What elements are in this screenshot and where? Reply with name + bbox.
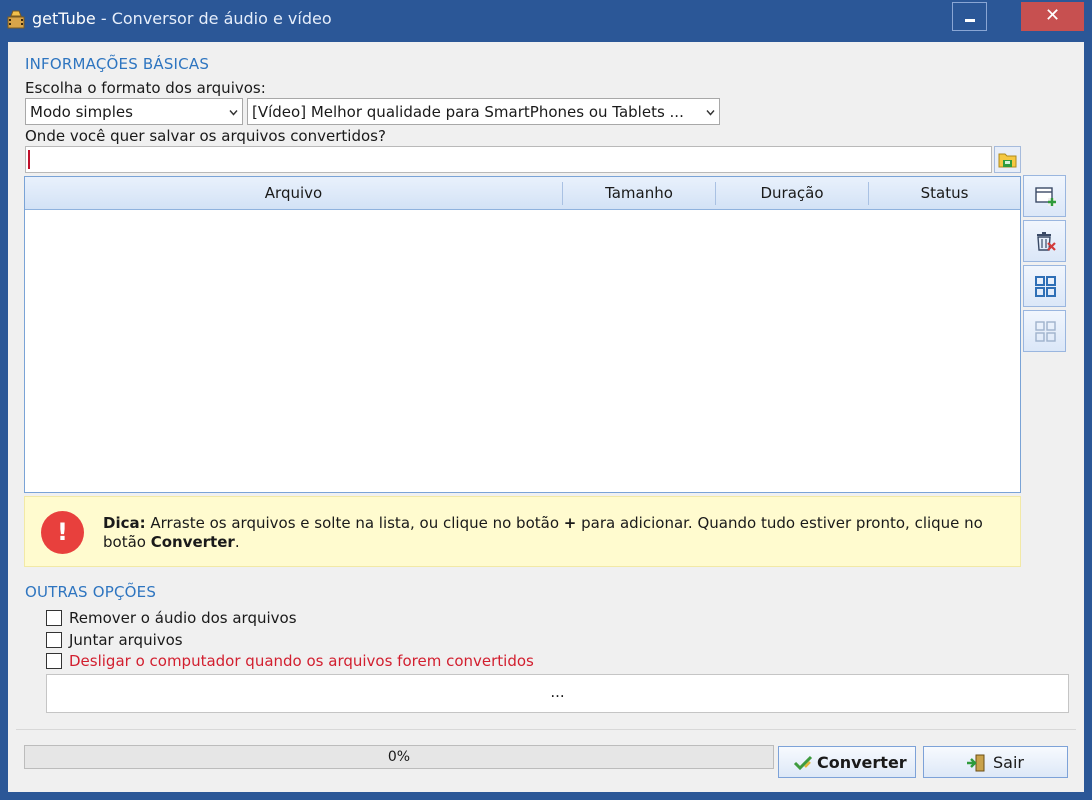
tip-plus: +: [563, 514, 577, 532]
column-header-file[interactable]: Arquivo: [25, 184, 562, 202]
format-select-value: [Vídeo] Melhor qualidade para SmartPhone…: [252, 103, 684, 121]
basic-section-title: INFORMAÇÕES BÁSICAS: [25, 55, 210, 73]
add-file-icon: [1035, 187, 1056, 206]
more-options-button[interactable]: ...: [46, 674, 1069, 713]
mode-select[interactable]: Modo simples: [25, 98, 243, 125]
tip-text-part1: Arraste os arquivos e solte na lista, ou…: [145, 514, 564, 532]
file-list-table[interactable]: Arquivo Tamanho Duração Status: [24, 176, 1021, 493]
column-header-size[interactable]: Tamanho: [563, 184, 715, 202]
text-caret: [28, 150, 30, 169]
save-path-input[interactable]: [25, 146, 992, 173]
exit-door-icon: [967, 754, 985, 772]
chevron-down-icon: [229, 110, 238, 116]
window-title-app: getTube: [32, 9, 96, 28]
more-options-label: ...: [550, 683, 565, 701]
progress-text: 0%: [387, 749, 411, 765]
remove-audio-checkbox[interactable]: [46, 610, 62, 626]
warning-icon: !: [41, 511, 84, 554]
column-header-status[interactable]: Status: [869, 184, 1020, 202]
shutdown-label[interactable]: Desligar o computador quando os arquivos…: [69, 652, 534, 670]
main-panel: INFORMAÇÕES BÁSICAS Escolha o formato do…: [8, 42, 1084, 792]
tip-text-end: .: [234, 533, 240, 551]
chevron-down-icon: [706, 110, 715, 116]
exit-label: Sair: [993, 753, 1024, 772]
minimize-button[interactable]: [952, 2, 987, 31]
exit-button[interactable]: Sair: [923, 746, 1068, 778]
app-icon: [7, 10, 25, 29]
mode-select-value: Modo simples: [30, 103, 133, 121]
folder-icon: [998, 153, 1017, 168]
merge-files-checkbox[interactable]: [46, 632, 62, 648]
other-options-title: OUTRAS OPÇÕES: [25, 583, 157, 601]
shutdown-checkbox[interactable]: [46, 653, 62, 669]
select-all-button[interactable]: [1023, 265, 1066, 307]
format-label: Escolha o formato dos arquivos:: [25, 79, 266, 97]
tip-panel: ! Dica: Arraste os arquivos e solte na l…: [24, 496, 1021, 567]
close-button[interactable]: ✕: [1021, 2, 1084, 31]
remove-audio-label[interactable]: Remover o áudio dos arquivos: [69, 609, 297, 627]
minimize-icon: [965, 19, 975, 22]
tip-text: Dica: Arraste os arquivos e solte na lis…: [103, 514, 1003, 552]
convert-label: Converter: [817, 753, 907, 772]
add-file-button[interactable]: [1023, 175, 1066, 217]
clear-list-icon: [1037, 232, 1056, 251]
title-bar: getTube - Conversor de áudio e vídeo ✕: [0, 0, 1092, 37]
format-select[interactable]: [Vídeo] Melhor qualidade para SmartPhone…: [247, 98, 720, 125]
table-header: Arquivo Tamanho Duração Status: [25, 177, 1020, 210]
deselect-all-icon: [1035, 321, 1056, 342]
browse-folder-button[interactable]: [994, 146, 1021, 173]
tip-prefix: Dica:: [103, 514, 146, 532]
close-icon: ✕: [1044, 5, 1061, 26]
footer-divider: [16, 729, 1076, 730]
select-all-icon: [1035, 276, 1056, 297]
column-header-duration[interactable]: Duração: [716, 184, 868, 202]
window-title: getTube - Conversor de áudio e vídeo: [32, 9, 332, 28]
save-location-label: Onde você quer salvar os arquivos conver…: [25, 127, 386, 145]
deselect-all-button[interactable]: [1023, 310, 1066, 352]
merge-files-label[interactable]: Juntar arquivos: [69, 631, 183, 649]
progress-bar: 0%: [24, 745, 774, 769]
window-title-rest: - Conversor de áudio e vídeo: [95, 9, 332, 28]
checkmark-icon: [793, 755, 813, 771]
convert-button[interactable]: Converter: [778, 746, 916, 778]
tip-convert-word: Converter: [150, 533, 235, 551]
clear-list-button[interactable]: [1023, 220, 1066, 262]
